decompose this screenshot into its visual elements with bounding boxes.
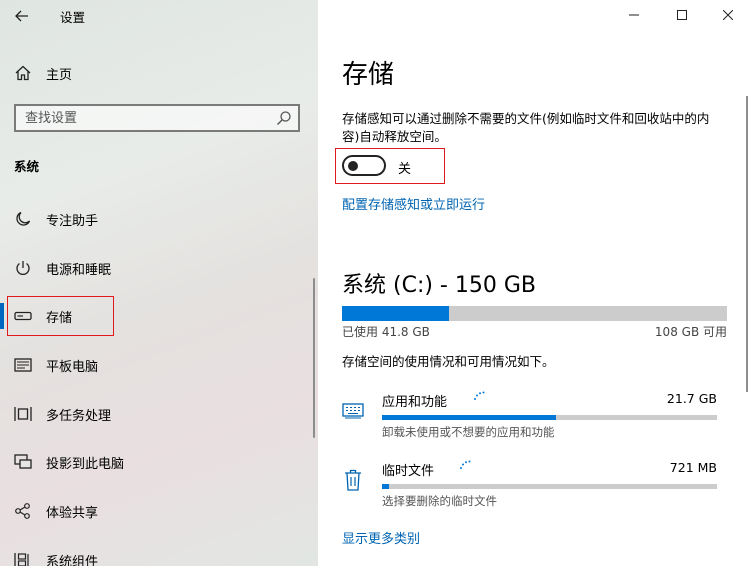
sidebar: 设置 主页 系统 专注助手 电源和睡眠 存储	[0, 0, 318, 566]
sidebar-nav: 专注助手 电源和睡眠 存储 平板电脑 多任务处理 投影到此电脑 体验共享 系统组…	[0, 195, 318, 566]
sidebar-item-label: 体验共享	[46, 506, 99, 522]
highlight-box-storage	[7, 296, 114, 336]
loading-spinner-icon	[460, 460, 471, 469]
category-usage-bar	[382, 415, 717, 420]
app-title: 设置	[60, 10, 86, 25]
minimize-button[interactable]	[612, 0, 656, 30]
trash-icon	[342, 468, 364, 492]
usage-description: 存储空间的使用情况和可用情况如下。	[342, 354, 555, 369]
drive-title: 系统 (C:) - 150 GB	[342, 273, 536, 298]
maximize-button[interactable]	[660, 0, 704, 30]
sidebar-item-label: 投影到此电脑	[46, 457, 125, 473]
sidebar-item-tablet[interactable]: 平板电脑	[0, 341, 318, 390]
components-icon	[13, 551, 33, 566]
toggle-state-label: 关	[398, 162, 412, 177]
storage-sense-description: 存储感知可以通过删除不需要的文件(例如临时文件和回收站中的内容)自动释放空间。	[342, 111, 710, 144]
sidebar-item-label: 电源和睡眠	[46, 262, 112, 278]
storage-sense-toggle[interactable]	[342, 155, 386, 176]
category-usage-bar	[382, 484, 717, 489]
sidebar-item-label: 主页	[46, 68, 73, 83]
close-icon	[723, 10, 733, 20]
category-size: 21.7 GB	[666, 391, 717, 406]
toggle-knob	[348, 160, 358, 171]
show-more-categories-link[interactable]: 显示更多类别	[342, 528, 420, 547]
drive-usage-bar	[342, 306, 727, 321]
category-description: 选择要删除的临时文件	[382, 494, 497, 508]
category-usage-fill	[382, 415, 557, 420]
title-bar: 设置	[0, 0, 318, 32]
maximize-icon	[677, 10, 687, 20]
sidebar-item-label: 多任务处理	[46, 408, 112, 424]
free-space-label: 108 GB 可用	[654, 325, 727, 339]
configure-storage-sense-link[interactable]: 配置存储感知或立即运行	[342, 194, 485, 213]
keyboard-icon	[342, 399, 364, 423]
moon-icon	[13, 210, 33, 228]
back-button[interactable]	[8, 4, 36, 28]
sidebar-item-focus-assist[interactable]: 专注助手	[0, 195, 318, 244]
sidebar-item-home[interactable]: 主页	[0, 56, 318, 88]
shared-experiences-icon	[13, 502, 33, 520]
power-icon	[13, 259, 33, 277]
sidebar-item-label: 系统组件	[46, 554, 99, 566]
category-temporary-files[interactable]: 临时文件 721 MB 选择要删除的临时文件	[342, 460, 727, 522]
section-heading: 系统	[14, 159, 40, 174]
sidebar-item-shared-experiences[interactable]: 体验共享	[0, 487, 318, 536]
sidebar-item-power-sleep[interactable]: 电源和睡眠	[0, 244, 318, 293]
sidebar-scrollbar[interactable]	[313, 278, 315, 438]
category-description: 卸载未使用或不想要的应用和功能	[382, 425, 555, 439]
sidebar-item-label: 平板电脑	[46, 360, 99, 376]
sidebar-item-project-to-pc[interactable]: 投影到此电脑	[0, 438, 318, 487]
minimize-icon	[629, 14, 639, 16]
back-arrow-icon	[15, 10, 28, 22]
sidebar-item-system-components[interactable]: 系统组件	[0, 536, 318, 566]
main-scrollbar[interactable]	[746, 96, 748, 392]
search-input[interactable]	[16, 106, 266, 130]
tablet-icon	[13, 356, 33, 374]
drive-usage-fill	[342, 306, 450, 321]
multitasking-icon	[13, 405, 33, 423]
search-icon	[277, 111, 291, 125]
sidebar-item-label: 专注助手	[46, 214, 99, 229]
close-button[interactable]	[706, 0, 749, 30]
used-space-label: 已使用 41.8 GB	[342, 325, 430, 339]
page-title: 存储	[342, 60, 395, 90]
project-icon	[13, 453, 33, 471]
category-name: 临时文件	[382, 464, 435, 479]
category-usage-fill	[382, 484, 389, 489]
category-size: 721 MB	[669, 460, 717, 475]
search-box[interactable]	[14, 104, 300, 132]
sidebar-item-multitasking[interactable]: 多任务处理	[0, 390, 318, 439]
home-icon	[15, 65, 31, 81]
main-pane: 存储 存储感知可以通过删除不需要的文件(例如临时文件和回收站中的内容)自动释放空…	[318, 0, 749, 566]
category-name: 应用和功能	[382, 395, 448, 410]
selection-indicator	[0, 303, 4, 330]
category-apps-features[interactable]: 应用和功能 21.7 GB 卸载未使用或不想要的应用和功能	[342, 391, 727, 453]
loading-spinner-icon	[474, 391, 485, 400]
